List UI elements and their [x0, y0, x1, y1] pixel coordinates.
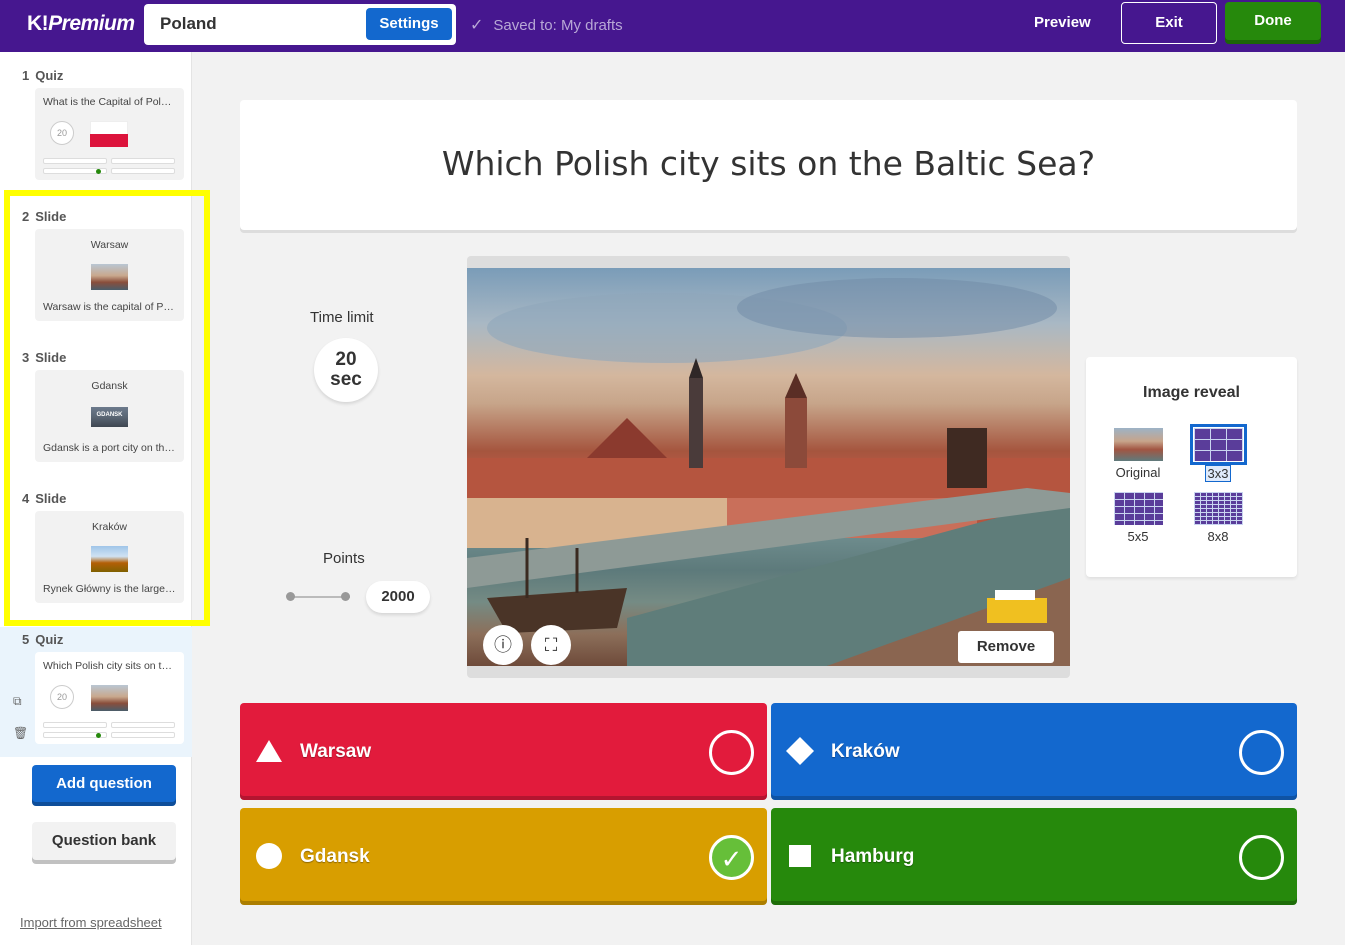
correct-answer-toggle[interactable]: [1239, 835, 1284, 880]
time-limit-value: 20: [335, 349, 357, 370]
logo-premium-text: Premium: [48, 12, 135, 35]
highlight-annotation: [4, 190, 210, 626]
question-text: Which Polish city sits on the Baltic Sea…: [441, 144, 1096, 183]
original-thumbnail: [1113, 428, 1163, 461]
answer-2[interactable]: Kraków: [771, 703, 1297, 800]
duplicate-icon[interactable]: ⧉: [13, 694, 22, 709]
poland-flag-thumbnail: [90, 121, 128, 147]
kahoot-logo[interactable]: K!Premium: [27, 12, 135, 36]
question-input[interactable]: Which Polish city sits on the Baltic Sea…: [240, 100, 1297, 230]
import-spreadsheet-link[interactable]: Import from spreadsheet: [20, 915, 162, 930]
media-frame: ⓘ ⛶ Remove: [467, 256, 1070, 678]
info-icon[interactable]: ⓘ: [483, 625, 523, 665]
item-question-text: What is the Capital of Poland?: [43, 96, 176, 108]
item-question-text: Which Polish city sits on the Baltic Sea…: [43, 660, 176, 672]
item-type: Quiz: [35, 68, 64, 83]
correct-answer-toggle[interactable]: ✓: [709, 835, 754, 880]
sidebar-item-5-header: 5 Quiz: [22, 632, 63, 647]
saved-status-text: Saved to: My drafts: [493, 17, 623, 34]
item-number: 1: [22, 68, 30, 83]
sidebar-item-1-card[interactable]: What is the Capital of Poland? 20: [35, 88, 184, 180]
time-limit-unit: sec: [330, 369, 362, 390]
kahoot-title-field[interactable]: Poland Settings: [144, 4, 456, 45]
grid-3x3-thumbnail: [1189, 424, 1247, 465]
grid-8x8-thumbnail: [1193, 492, 1243, 525]
exit-button[interactable]: Exit: [1121, 2, 1217, 44]
sidebar-item-1-header: 1 Quiz: [22, 68, 63, 83]
mini-timer: 20: [50, 685, 74, 709]
question-bank-button[interactable]: Question bank: [32, 822, 176, 864]
image-reveal-panel: Image reveal Original 3x3 5x5 8x8: [1086, 357, 1297, 577]
answer-1[interactable]: Warsaw: [240, 703, 767, 800]
reveal-option-label: 3x3: [1204, 465, 1232, 482]
logo-mark: K!: [27, 12, 49, 35]
circle-icon: [256, 843, 282, 869]
gdansk-photo-thumbnail: [91, 685, 128, 711]
remove-image-button[interactable]: Remove: [958, 631, 1054, 663]
delete-icon[interactable]: 🗑: [13, 726, 28, 740]
points-slider-handle[interactable]: [341, 592, 350, 601]
kahoot-title-text: Poland: [160, 14, 217, 33]
triangle-icon: [256, 740, 282, 762]
reveal-option-original[interactable]: Original: [1108, 428, 1168, 480]
reveal-option-8x8[interactable]: 8x8: [1188, 492, 1248, 544]
mini-answers: [43, 722, 176, 740]
square-icon: [789, 845, 811, 867]
points-slider-stop[interactable]: [286, 592, 295, 601]
image-reveal-title: Image reveal: [1143, 384, 1240, 401]
answer-text: Hamburg: [831, 846, 915, 867]
mini-answers: [43, 158, 176, 176]
answer-4[interactable]: Hamburg: [771, 808, 1297, 905]
crop-image-icon[interactable]: ⛶: [531, 625, 571, 665]
sidebar-item-5-card[interactable]: Which Polish city sits on the Baltic Sea…: [35, 652, 184, 744]
answer-text: Warsaw: [300, 741, 372, 762]
reveal-option-label: Original: [1115, 465, 1161, 480]
preview-button[interactable]: Preview: [1022, 14, 1103, 31]
reveal-option-3x3[interactable]: 3x3: [1188, 424, 1248, 483]
reveal-option-label: 5x5: [1127, 529, 1149, 544]
gdansk-photo: ⓘ ⛶ Remove: [467, 268, 1070, 666]
correct-dot: [96, 169, 101, 174]
diamond-icon: [786, 737, 814, 765]
points-label: Points: [323, 550, 365, 567]
saved-status: ✓ Saved to: My drafts: [470, 15, 623, 35]
points-value[interactable]: 2000: [366, 581, 430, 613]
settings-button[interactable]: Settings: [366, 8, 452, 40]
time-limit-selector[interactable]: 20 sec: [314, 338, 378, 402]
top-bar: K!Premium Poland Settings ✓ Saved to: My …: [0, 0, 1345, 52]
correct-dot: [96, 733, 101, 738]
check-icon: ✓: [470, 17, 484, 34]
done-button[interactable]: Done: [1225, 2, 1321, 44]
answer-text: Gdansk: [300, 846, 370, 867]
reveal-option-label: 8x8: [1207, 529, 1229, 544]
correct-answer-toggle[interactable]: [1239, 730, 1284, 775]
correct-answer-toggle[interactable]: [709, 730, 754, 775]
add-question-button[interactable]: Add question: [32, 765, 176, 806]
item-number: 5: [22, 632, 30, 647]
mini-timer: 20: [50, 121, 74, 145]
reveal-option-5x5[interactable]: 5x5: [1108, 492, 1168, 544]
gdansk-illustration: [467, 278, 1070, 666]
grid-5x5-thumbnail: [1113, 492, 1163, 525]
time-limit-label: Time limit: [310, 309, 374, 326]
answer-text: Kraków: [831, 741, 900, 762]
item-type: Quiz: [35, 632, 64, 647]
answer-3[interactable]: Gdansk ✓: [240, 808, 767, 905]
checkmark-icon: ✓: [720, 844, 743, 874]
